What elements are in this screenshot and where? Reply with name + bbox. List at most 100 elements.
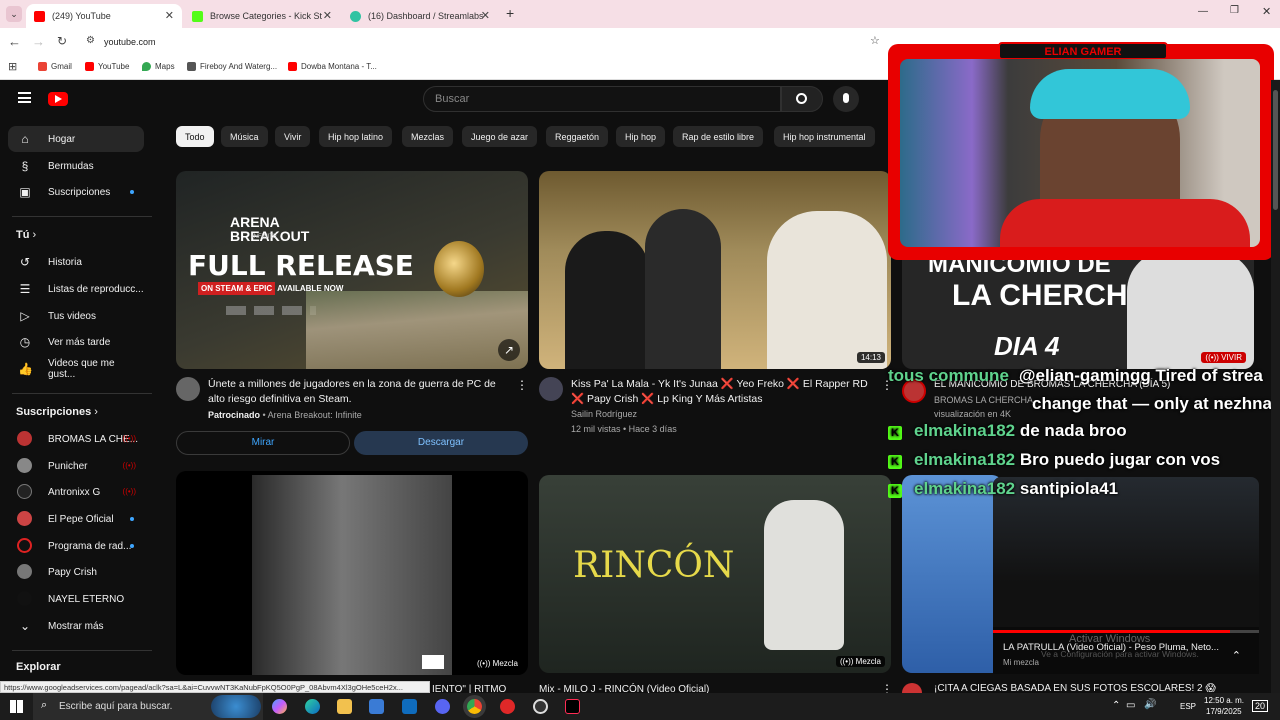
- chip-freestyle-rap[interactable]: Rap de estilo libre: [673, 126, 764, 147]
- minimize-icon[interactable]: —: [1198, 6, 1208, 17]
- bookmark-fireboy[interactable]: Fireboy And Waterg...: [187, 62, 277, 71]
- chip-music[interactable]: Música: [221, 126, 268, 147]
- video-thumbnail[interactable]: [902, 475, 1002, 673]
- sidebar-item-liked[interactable]: 👍 Videos que me gust...: [8, 356, 144, 382]
- chip-live[interactable]: Vivir: [275, 126, 311, 147]
- channel-name[interactable]: BROMAS LA CHERCHA: [934, 395, 1033, 405]
- subscriptions-section-header[interactable]: Suscripciones ›: [16, 406, 98, 418]
- voice-search-button[interactable]: [833, 86, 859, 112]
- sidebar-item-subscriptions[interactable]: ▣ Suscripciones: [8, 179, 144, 205]
- chip-hiphop[interactable]: Hip hop: [616, 126, 666, 147]
- sidebar-item-history[interactable]: ↺ Historia: [8, 249, 144, 275]
- channel-avatar[interactable]: [539, 377, 563, 401]
- close-tab-icon[interactable]: ✕: [481, 9, 490, 22]
- network-icon[interactable]: ▭: [1126, 700, 1135, 711]
- store-icon[interactable]: [369, 699, 384, 714]
- taskbar-search-box[interactable]: ⌕ Escribe aquí para buscar.: [33, 693, 263, 720]
- close-tab-icon[interactable]: ✕: [165, 9, 174, 22]
- tab-streamlabs[interactable]: (16) Dashboard / Streamlabs ✕: [342, 4, 498, 28]
- sidebar-sub-bromas[interactable]: BROMAS LA CHE... ((•)): [8, 426, 144, 452]
- bookmark-maps[interactable]: Maps: [142, 62, 175, 71]
- channel-name[interactable]: Sailin Rodríguez: [571, 409, 637, 419]
- you-section-header[interactable]: Tú ›: [16, 229, 36, 241]
- miniplayer[interactable]: Activar Windows LA PATRULLA (Video Ofici…: [993, 477, 1259, 674]
- expand-icon[interactable]: ⌃: [1232, 649, 1241, 662]
- notifications-icon[interactable]: 20: [1252, 700, 1269, 712]
- back-icon[interactable]: ←: [8, 34, 21, 49]
- tab-kick[interactable]: Browse Categories - Kick Stream ✕: [184, 4, 340, 28]
- ad-title[interactable]: Únete a millones de jugadores en la zona…: [208, 377, 508, 407]
- volume-icon[interactable]: 🔊: [1144, 699, 1156, 710]
- platform-logos: [226, 306, 316, 315]
- recording-app-icon[interactable]: [500, 699, 515, 714]
- bookmark-dowba[interactable]: Dowba Montana - T...: [288, 62, 377, 71]
- sidebar-item-playlists[interactable]: ☰ Listas de reproducc...: [8, 276, 144, 302]
- sidebar-sub-papy[interactable]: Papy Crish: [8, 559, 144, 585]
- bookmark-gmail[interactable]: Gmail: [38, 62, 72, 71]
- sidebar-sub-punicher[interactable]: Punicher ((•)): [8, 453, 144, 479]
- reload-icon[interactable]: ↻: [57, 34, 67, 48]
- chrome-icon[interactable]: [467, 699, 482, 714]
- avatar: [17, 538, 32, 553]
- sidebar-item-home[interactable]: ⌂ Hogar: [8, 126, 144, 152]
- divider: [12, 650, 152, 651]
- tiktok-icon[interactable]: [565, 699, 580, 714]
- sidebar-item-shorts[interactable]: § Bermudas: [8, 153, 144, 179]
- video-thumbnail[interactable]: ((•)) Mezcla: [176, 471, 528, 675]
- close-window-icon[interactable]: ✕: [1262, 5, 1271, 18]
- sidebar-sub-nayel[interactable]: NAYEL ETERNO: [8, 586, 144, 612]
- sidebar-item-watch-later[interactable]: ◷ Ver más tarde: [8, 329, 144, 355]
- sidebar-sub-programa[interactable]: Programa de rad...: [8, 533, 144, 559]
- chip-all[interactable]: Todo: [176, 126, 214, 147]
- chip-mixes[interactable]: Mezclas: [402, 126, 454, 147]
- download-button[interactable]: Descargar: [354, 431, 528, 455]
- clock-date[interactable]: 17/9/2025: [1206, 707, 1242, 716]
- video-thumbnail[interactable]: RINCÓN ((•)) Mezcla: [539, 475, 891, 673]
- file-explorer-icon[interactable]: [337, 699, 352, 714]
- chip-instrumental-hiphop[interactable]: Hip hop instrumental: [774, 126, 875, 147]
- watch-button[interactable]: Mirar: [176, 431, 350, 455]
- chip-reggaeton[interactable]: Reggaetón: [546, 126, 609, 147]
- clock-time[interactable]: 12:50 a. m.: [1204, 696, 1244, 705]
- obs-icon[interactable]: [533, 699, 548, 714]
- search-input[interactable]: Buscar: [423, 86, 781, 112]
- chevron-right-icon: ›: [94, 406, 98, 418]
- url-field[interactable]: youtube.com: [104, 37, 156, 47]
- close-tab-icon[interactable]: ✕: [323, 9, 332, 22]
- scrollbar[interactable]: [1271, 80, 1280, 693]
- site-info-icon[interactable]: ⚙: [86, 35, 95, 46]
- ad-channel-avatar[interactable]: [176, 377, 200, 401]
- copilot-icon[interactable]: [272, 699, 287, 714]
- chip-gambling[interactable]: Juego de azar: [462, 126, 538, 147]
- ad-thumbnail[interactable]: ARENA BREAKOUT INFINITE FULL RELEASE ON …: [176, 171, 528, 369]
- video-thumbnail[interactable]: 14:13: [539, 171, 891, 369]
- more-options-icon[interactable]: ⋮: [516, 378, 528, 392]
- sidebar-item-label: Tus videos: [48, 310, 96, 322]
- windows-start-icon[interactable]: [10, 700, 23, 713]
- youtube-logo-icon[interactable]: [48, 92, 68, 106]
- sidebar-item-your-videos[interactable]: ▷ Tus videos: [8, 303, 144, 329]
- external-link-icon[interactable]: ↗: [498, 339, 520, 361]
- edge-icon[interactable]: [305, 699, 320, 714]
- restore-icon[interactable]: ❐: [1230, 5, 1239, 16]
- forward-icon[interactable]: →: [32, 34, 45, 49]
- language-indicator[interactable]: ESP: [1180, 702, 1196, 711]
- search-button[interactable]: [781, 86, 823, 112]
- bookmark-youtube[interactable]: YouTube: [85, 62, 129, 71]
- bookmark-star-icon[interactable]: ☆: [870, 34, 880, 47]
- tab-search-button[interactable]: ⌄: [6, 6, 22, 22]
- new-tab-button[interactable]: +: [506, 5, 514, 21]
- sidebar-sub-antronixx[interactable]: Antronixx G ((•)): [8, 479, 144, 505]
- chip-latin-hiphop[interactable]: Hip hop latino: [319, 126, 393, 147]
- discord-icon[interactable]: [435, 699, 450, 714]
- video-title[interactable]: Kiss Pa' La Mala - Yk It's Junaa ❌ Yeo F…: [571, 377, 876, 407]
- sidebar-show-more[interactable]: ⌄ Mostrar más: [8, 613, 144, 639]
- apps-grid-icon[interactable]: ⊞: [8, 60, 17, 73]
- outlook-icon[interactable]: [402, 699, 417, 714]
- tab-youtube[interactable]: (249) YouTube ✕: [26, 4, 182, 28]
- menu-icon[interactable]: [18, 92, 31, 103]
- chevron-right-icon: ›: [32, 229, 37, 241]
- tray-chevron-icon[interactable]: ⌃: [1112, 700, 1120, 711]
- sidebar-sub-pepe[interactable]: El Pepe Oficial: [8, 506, 144, 532]
- miniplayer-video[interactable]: [993, 477, 1259, 627]
